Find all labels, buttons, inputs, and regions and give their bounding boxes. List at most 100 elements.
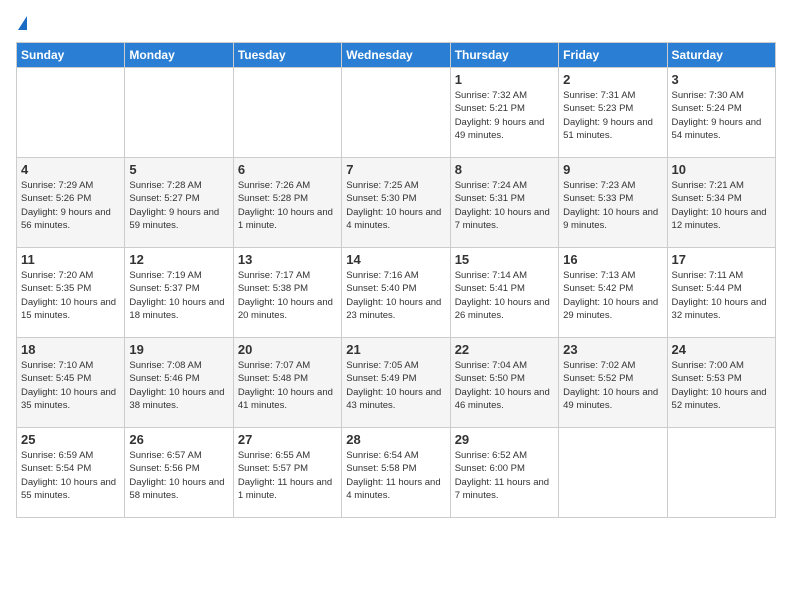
logo-icon: [18, 16, 27, 30]
col-header-tuesday: Tuesday: [233, 43, 341, 68]
day-number: 29: [455, 432, 554, 447]
day-info: Sunrise: 6:59 AMSunset: 5:54 PMDaylight:…: [21, 449, 120, 502]
calendar-cell: 1 Sunrise: 7:32 AMSunset: 5:21 PMDaylight…: [450, 68, 558, 158]
calendar-cell: 6 Sunrise: 7:26 AMSunset: 5:28 PMDaylight…: [233, 158, 341, 248]
day-number: 13: [238, 252, 337, 267]
calendar-cell: [125, 68, 233, 158]
day-number: 7: [346, 162, 445, 177]
day-number: 24: [672, 342, 771, 357]
day-info: Sunrise: 7:31 AMSunset: 5:23 PMDaylight:…: [563, 89, 662, 142]
day-number: 27: [238, 432, 337, 447]
day-info: Sunrise: 7:13 AMSunset: 5:42 PMDaylight:…: [563, 269, 662, 322]
day-number: 26: [129, 432, 228, 447]
day-number: 5: [129, 162, 228, 177]
calendar-cell: 15 Sunrise: 7:14 AMSunset: 5:41 PMDayligh…: [450, 248, 558, 338]
day-number: 20: [238, 342, 337, 357]
day-info: Sunrise: 6:54 AMSunset: 5:58 PMDaylight:…: [346, 449, 445, 502]
calendar-cell: [17, 68, 125, 158]
day-number: 11: [21, 252, 120, 267]
calendar-cell: [667, 428, 775, 518]
col-header-saturday: Saturday: [667, 43, 775, 68]
day-number: 3: [672, 72, 771, 87]
day-info: Sunrise: 7:19 AMSunset: 5:37 PMDaylight:…: [129, 269, 228, 322]
day-info: Sunrise: 7:05 AMSunset: 5:49 PMDaylight:…: [346, 359, 445, 412]
calendar-cell: [559, 428, 667, 518]
calendar-cell: 7 Sunrise: 7:25 AMSunset: 5:30 PMDaylight…: [342, 158, 450, 248]
day-number: 14: [346, 252, 445, 267]
calendar-cell: 12 Sunrise: 7:19 AMSunset: 5:37 PMDayligh…: [125, 248, 233, 338]
calendar-cell: 23 Sunrise: 7:02 AMSunset: 5:52 PMDayligh…: [559, 338, 667, 428]
day-number: 15: [455, 252, 554, 267]
day-number: 12: [129, 252, 228, 267]
calendar-cell: 24 Sunrise: 7:00 AMSunset: 5:53 PMDayligh…: [667, 338, 775, 428]
day-info: Sunrise: 6:52 AMSunset: 6:00 PMDaylight:…: [455, 449, 554, 502]
day-number: 22: [455, 342, 554, 357]
calendar-cell: 14 Sunrise: 7:16 AMSunset: 5:40 PMDayligh…: [342, 248, 450, 338]
day-info: Sunrise: 7:11 AMSunset: 5:44 PMDaylight:…: [672, 269, 771, 322]
day-number: 17: [672, 252, 771, 267]
day-number: 23: [563, 342, 662, 357]
col-header-sunday: Sunday: [17, 43, 125, 68]
day-info: Sunrise: 6:57 AMSunset: 5:56 PMDaylight:…: [129, 449, 228, 502]
page-header: [16, 16, 776, 32]
day-info: Sunrise: 7:07 AMSunset: 5:48 PMDaylight:…: [238, 359, 337, 412]
col-header-friday: Friday: [559, 43, 667, 68]
day-info: Sunrise: 7:00 AMSunset: 5:53 PMDaylight:…: [672, 359, 771, 412]
day-info: Sunrise: 7:14 AMSunset: 5:41 PMDaylight:…: [455, 269, 554, 322]
day-number: 1: [455, 72, 554, 87]
calendar-cell: 2 Sunrise: 7:31 AMSunset: 5:23 PMDaylight…: [559, 68, 667, 158]
col-header-monday: Monday: [125, 43, 233, 68]
day-info: Sunrise: 6:55 AMSunset: 5:57 PMDaylight:…: [238, 449, 337, 502]
calendar-cell: 3 Sunrise: 7:30 AMSunset: 5:24 PMDaylight…: [667, 68, 775, 158]
calendar-cell: 9 Sunrise: 7:23 AMSunset: 5:33 PMDaylight…: [559, 158, 667, 248]
day-number: 21: [346, 342, 445, 357]
day-number: 25: [21, 432, 120, 447]
calendar-cell: 8 Sunrise: 7:24 AMSunset: 5:31 PMDaylight…: [450, 158, 558, 248]
calendar-cell: 10 Sunrise: 7:21 AMSunset: 5:34 PMDayligh…: [667, 158, 775, 248]
calendar-cell: 11 Sunrise: 7:20 AMSunset: 5:35 PMDayligh…: [17, 248, 125, 338]
calendar-table: SundayMondayTuesdayWednesdayThursdayFrid…: [16, 42, 776, 518]
calendar-cell: 22 Sunrise: 7:04 AMSunset: 5:50 PMDayligh…: [450, 338, 558, 428]
day-info: Sunrise: 7:16 AMSunset: 5:40 PMDaylight:…: [346, 269, 445, 322]
day-info: Sunrise: 7:24 AMSunset: 5:31 PMDaylight:…: [455, 179, 554, 232]
calendar-cell: 4 Sunrise: 7:29 AMSunset: 5:26 PMDaylight…: [17, 158, 125, 248]
calendar-cell: 25 Sunrise: 6:59 AMSunset: 5:54 PMDayligh…: [17, 428, 125, 518]
day-number: 9: [563, 162, 662, 177]
day-number: 19: [129, 342, 228, 357]
day-info: Sunrise: 7:02 AMSunset: 5:52 PMDaylight:…: [563, 359, 662, 412]
calendar-cell: 13 Sunrise: 7:17 AMSunset: 5:38 PMDayligh…: [233, 248, 341, 338]
col-header-wednesday: Wednesday: [342, 43, 450, 68]
col-header-thursday: Thursday: [450, 43, 558, 68]
day-info: Sunrise: 7:04 AMSunset: 5:50 PMDaylight:…: [455, 359, 554, 412]
calendar-cell: 27 Sunrise: 6:55 AMSunset: 5:57 PMDayligh…: [233, 428, 341, 518]
day-info: Sunrise: 7:26 AMSunset: 5:28 PMDaylight:…: [238, 179, 337, 232]
day-number: 28: [346, 432, 445, 447]
day-info: Sunrise: 7:10 AMSunset: 5:45 PMDaylight:…: [21, 359, 120, 412]
day-info: Sunrise: 7:25 AMSunset: 5:30 PMDaylight:…: [346, 179, 445, 232]
calendar-cell: 21 Sunrise: 7:05 AMSunset: 5:49 PMDayligh…: [342, 338, 450, 428]
day-info: Sunrise: 7:32 AMSunset: 5:21 PMDaylight:…: [455, 89, 554, 142]
day-info: Sunrise: 7:30 AMSunset: 5:24 PMDaylight:…: [672, 89, 771, 142]
day-info: Sunrise: 7:17 AMSunset: 5:38 PMDaylight:…: [238, 269, 337, 322]
day-number: 4: [21, 162, 120, 177]
day-info: Sunrise: 7:28 AMSunset: 5:27 PMDaylight:…: [129, 179, 228, 232]
logo: [16, 16, 27, 32]
calendar-cell: 19Sunrise: 7:08 AMSunset: 5:46 PMDayligh…: [125, 338, 233, 428]
day-number: 2: [563, 72, 662, 87]
day-number: 10: [672, 162, 771, 177]
calendar-cell: 26 Sunrise: 6:57 AMSunset: 5:56 PMDayligh…: [125, 428, 233, 518]
calendar-cell: 18 Sunrise: 7:10 AMSunset: 5:45 PMDayligh…: [17, 338, 125, 428]
day-number: 6: [238, 162, 337, 177]
day-info: Sunrise: 7:29 AMSunset: 5:26 PMDaylight:…: [21, 179, 120, 232]
day-info: Sunrise: 7:21 AMSunset: 5:34 PMDaylight:…: [672, 179, 771, 232]
calendar-cell: 20 Sunrise: 7:07 AMSunset: 5:48 PMDayligh…: [233, 338, 341, 428]
day-info: Sunrise: 7:23 AMSunset: 5:33 PMDaylight:…: [563, 179, 662, 232]
calendar-cell: 5 Sunrise: 7:28 AMSunset: 5:27 PMDaylight…: [125, 158, 233, 248]
calendar-cell: 17 Sunrise: 7:11 AMSunset: 5:44 PMDayligh…: [667, 248, 775, 338]
day-number: 8: [455, 162, 554, 177]
day-number: 16: [563, 252, 662, 267]
calendar-cell: 29 Sunrise: 6:52 AMSunset: 6:00 PMDayligh…: [450, 428, 558, 518]
day-info: Sunrise: 7:20 AMSunset: 5:35 PMDaylight:…: [21, 269, 120, 322]
calendar-cell: 28 Sunrise: 6:54 AMSunset: 5:58 PMDayligh…: [342, 428, 450, 518]
day-number: 18: [21, 342, 120, 357]
